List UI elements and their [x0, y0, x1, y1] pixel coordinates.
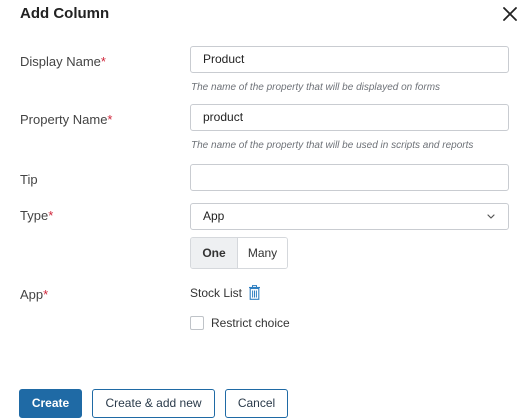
- property-name-hint: The name of the property that will be us…: [191, 140, 474, 151]
- type-label-text: Type: [20, 208, 49, 223]
- property-name-input[interactable]: product: [190, 104, 509, 131]
- required-mark: *: [107, 112, 113, 127]
- app-label: App*: [20, 287, 48, 302]
- display-name-label: Display Name*: [20, 54, 106, 69]
- add-column-dialog: Add Column Display Name* Product The nam…: [0, 0, 527, 419]
- close-icon[interactable]: [500, 4, 520, 24]
- cardinality-toggle: One Many: [190, 237, 288, 269]
- restrict-choice-row[interactable]: Restrict choice: [190, 316, 290, 330]
- required-mark: *: [43, 287, 49, 302]
- create-and-add-new-button[interactable]: Create & add new: [92, 389, 215, 418]
- create-button[interactable]: Create: [19, 389, 82, 418]
- property-name-label: Property Name*: [20, 112, 112, 127]
- dialog-title: Add Column: [20, 5, 110, 22]
- chevron-down-icon: [487, 214, 495, 219]
- cancel-button[interactable]: Cancel: [225, 389, 288, 418]
- tip-label: Tip: [20, 172, 38, 187]
- display-name-hint: The name of the property that will be di…: [191, 82, 441, 93]
- cardinality-option-one[interactable]: One: [191, 238, 238, 268]
- type-selected-value: App: [203, 209, 225, 223]
- display-name-input[interactable]: Product: [190, 46, 509, 73]
- cardinality-option-many[interactable]: Many: [238, 238, 287, 268]
- required-mark: *: [48, 208, 54, 223]
- restrict-choice-label: Restrict choice: [211, 316, 290, 330]
- restrict-choice-checkbox[interactable]: [190, 316, 204, 330]
- property-name-label-text: Property Name: [20, 112, 108, 127]
- app-value-text[interactable]: Stock List: [190, 286, 242, 300]
- type-label: Type*: [20, 208, 53, 223]
- tip-input[interactable]: [190, 164, 509, 191]
- type-select[interactable]: App: [190, 203, 509, 230]
- display-name-label-text: Display Name: [20, 54, 101, 69]
- required-mark: *: [100, 54, 106, 69]
- trash-icon[interactable]: [248, 285, 261, 300]
- app-value: Stock List: [190, 285, 261, 300]
- app-label-text: App: [20, 287, 44, 302]
